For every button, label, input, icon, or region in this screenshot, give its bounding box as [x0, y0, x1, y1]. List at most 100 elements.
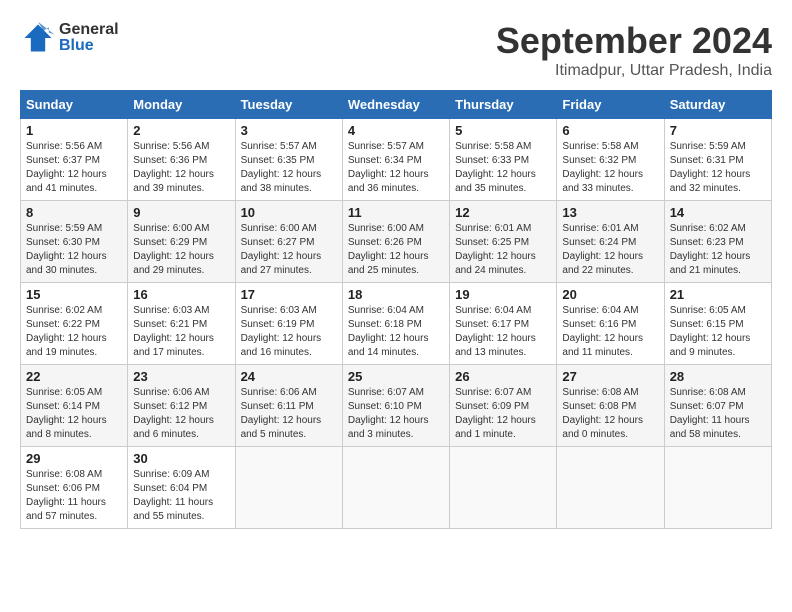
calendar-cell: 22 Sunrise: 6:05 AMSunset: 6:14 PMDayligh…: [21, 365, 128, 447]
calendar-cell: [557, 447, 664, 529]
day-info: Sunrise: 6:01 AMSunset: 6:24 PMDaylight:…: [562, 222, 658, 278]
day-number: 30: [133, 451, 229, 466]
logo-icon: [20, 20, 56, 56]
day-number: 5: [455, 123, 551, 138]
calendar-cell: 9Sunrise: 6:00 AMSunset: 6:29 PMDaylight…: [128, 201, 235, 283]
day-info: Sunrise: 6:08 AMSunset: 6:06 PMDaylight:…: [26, 468, 122, 524]
calendar-header-row: SundayMondayTuesdayWednesdayThursdayFrid…: [21, 91, 772, 119]
day-info: Sunrise: 5:58 AMSunset: 6:32 PMDaylight:…: [562, 140, 658, 196]
page-header: General Blue September 2024 Itimadpur, U…: [20, 20, 772, 80]
day-info: Sunrise: 6:09 AMSunset: 6:04 PMDaylight:…: [133, 468, 229, 524]
day-number: 26: [455, 369, 551, 384]
calendar-cell: 14Sunrise: 6:02 AMSunset: 6:23 PMDayligh…: [664, 201, 771, 283]
day-number: 1: [26, 123, 122, 138]
calendar-cell: 13 Sunrise: 6:01 AMSunset: 6:24 PMDayligh…: [557, 201, 664, 283]
day-number: 13: [562, 205, 658, 220]
day-info: Sunrise: 6:07 AMSunset: 6:10 PMDaylight:…: [348, 386, 444, 442]
calendar-table: SundayMondayTuesdayWednesdayThursdayFrid…: [20, 90, 772, 529]
day-number: 25: [348, 369, 444, 384]
calendar-cell: 7Sunrise: 5:59 AMSunset: 6:31 PMDaylight…: [664, 119, 771, 201]
calendar-cell: 2 Sunrise: 5:56 AMSunset: 6:36 PMDaylight…: [128, 119, 235, 201]
month-title: September 2024: [496, 20, 772, 62]
calendar-cell: 21 Sunrise: 6:05 AMSunset: 6:15 PMDayligh…: [664, 283, 771, 365]
day-info: Sunrise: 6:00 AMSunset: 6:27 PMDaylight:…: [241, 222, 337, 278]
day-info: Sunrise: 5:56 AMSunset: 6:37 PMDaylight:…: [26, 140, 122, 196]
day-number: 28: [670, 369, 766, 384]
day-number: 17: [241, 287, 337, 302]
day-info: Sunrise: 6:00 AMSunset: 6:26 PMDaylight:…: [348, 222, 444, 278]
calendar-cell: 29 Sunrise: 6:08 AMSunset: 6:06 PMDayligh…: [21, 447, 128, 529]
calendar-week-row: 15Sunrise: 6:02 AMSunset: 6:22 PMDayligh…: [21, 283, 772, 365]
calendar-body: 1 Sunrise: 5:56 AMSunset: 6:37 PMDaylight…: [21, 119, 772, 529]
calendar-cell: 12 Sunrise: 6:01 AMSunset: 6:25 PMDayligh…: [450, 201, 557, 283]
day-info: Sunrise: 6:04 AMSunset: 6:16 PMDaylight:…: [562, 304, 658, 360]
calendar-cell: 26Sunrise: 6:07 AMSunset: 6:09 PMDayligh…: [450, 365, 557, 447]
day-number: 16: [133, 287, 229, 302]
day-number: 21: [670, 287, 766, 302]
day-number: 7: [670, 123, 766, 138]
calendar-cell: 20 Sunrise: 6:04 AMSunset: 6:16 PMDayligh…: [557, 283, 664, 365]
calendar-cell: 1 Sunrise: 5:56 AMSunset: 6:37 PMDaylight…: [21, 119, 128, 201]
calendar-cell: 24 Sunrise: 6:06 AMSunset: 6:11 PMDayligh…: [235, 365, 342, 447]
logo: General Blue: [20, 20, 119, 56]
day-number: 22: [26, 369, 122, 384]
day-info: Sunrise: 5:56 AMSunset: 6:36 PMDaylight:…: [133, 140, 229, 196]
calendar-cell: [450, 447, 557, 529]
column-header-tuesday: Tuesday: [235, 91, 342, 119]
day-info: Sunrise: 6:08 AMSunset: 6:08 PMDaylight:…: [562, 386, 658, 442]
location-subtitle: Itimadpur, Uttar Pradesh, India: [496, 62, 772, 80]
column-header-wednesday: Wednesday: [342, 91, 449, 119]
calendar-cell: 5 Sunrise: 5:58 AMSunset: 6:33 PMDaylight…: [450, 119, 557, 201]
day-info: Sunrise: 5:57 AMSunset: 6:34 PMDaylight:…: [348, 140, 444, 196]
day-info: Sunrise: 6:02 AMSunset: 6:23 PMDaylight:…: [670, 222, 766, 278]
day-info: Sunrise: 6:06 AMSunset: 6:11 PMDaylight:…: [241, 386, 337, 442]
day-info: Sunrise: 5:59 AMSunset: 6:30 PMDaylight:…: [26, 222, 122, 278]
day-info: Sunrise: 6:01 AMSunset: 6:25 PMDaylight:…: [455, 222, 551, 278]
day-info: Sunrise: 6:05 AMSunset: 6:14 PMDaylight:…: [26, 386, 122, 442]
calendar-cell: 17 Sunrise: 6:03 AMSunset: 6:19 PMDayligh…: [235, 283, 342, 365]
day-info: Sunrise: 6:04 AMSunset: 6:17 PMDaylight:…: [455, 304, 551, 360]
day-number: 11: [348, 205, 444, 220]
calendar-cell: 8Sunrise: 5:59 AMSunset: 6:30 PMDaylight…: [21, 201, 128, 283]
calendar-cell: 10 Sunrise: 6:00 AMSunset: 6:27 PMDayligh…: [235, 201, 342, 283]
logo-general: General: [59, 22, 119, 38]
calendar-cell: 16 Sunrise: 6:03 AMSunset: 6:21 PMDayligh…: [128, 283, 235, 365]
calendar-cell: [664, 447, 771, 529]
calendar-cell: 15Sunrise: 6:02 AMSunset: 6:22 PMDayligh…: [21, 283, 128, 365]
calendar-cell: 23Sunrise: 6:06 AMSunset: 6:12 PMDayligh…: [128, 365, 235, 447]
day-number: 19: [455, 287, 551, 302]
day-number: 2: [133, 123, 229, 138]
day-info: Sunrise: 6:08 AMSunset: 6:07 PMDaylight:…: [670, 386, 766, 442]
calendar-cell: 11 Sunrise: 6:00 AMSunset: 6:26 PMDayligh…: [342, 201, 449, 283]
day-number: 10: [241, 205, 337, 220]
day-number: 18: [348, 287, 444, 302]
column-header-thursday: Thursday: [450, 91, 557, 119]
day-number: 20: [562, 287, 658, 302]
logo-blue: Blue: [59, 38, 119, 54]
day-info: Sunrise: 5:58 AMSunset: 6:33 PMDaylight:…: [455, 140, 551, 196]
calendar-cell: 30 Sunrise: 6:09 AMSunset: 6:04 PMDayligh…: [128, 447, 235, 529]
day-number: 9: [133, 205, 229, 220]
day-number: 12: [455, 205, 551, 220]
calendar-week-row: 29 Sunrise: 6:08 AMSunset: 6:06 PMDayligh…: [21, 447, 772, 529]
calendar-week-row: 22 Sunrise: 6:05 AMSunset: 6:14 PMDayligh…: [21, 365, 772, 447]
day-number: 4: [348, 123, 444, 138]
calendar-cell: 3 Sunrise: 5:57 AMSunset: 6:35 PMDaylight…: [235, 119, 342, 201]
title-block: September 2024 Itimadpur, Uttar Pradesh,…: [496, 20, 772, 80]
calendar-week-row: 1 Sunrise: 5:56 AMSunset: 6:37 PMDaylight…: [21, 119, 772, 201]
day-info: Sunrise: 5:57 AMSunset: 6:35 PMDaylight:…: [241, 140, 337, 196]
calendar-cell: 19 Sunrise: 6:04 AMSunset: 6:17 PMDayligh…: [450, 283, 557, 365]
column-header-saturday: Saturday: [664, 91, 771, 119]
day-number: 24: [241, 369, 337, 384]
day-info: Sunrise: 6:06 AMSunset: 6:12 PMDaylight:…: [133, 386, 229, 442]
day-number: 29: [26, 451, 122, 466]
calendar-cell: [235, 447, 342, 529]
day-info: Sunrise: 6:03 AMSunset: 6:21 PMDaylight:…: [133, 304, 229, 360]
day-info: Sunrise: 6:03 AMSunset: 6:19 PMDaylight:…: [241, 304, 337, 360]
day-info: Sunrise: 6:05 AMSunset: 6:15 PMDaylight:…: [670, 304, 766, 360]
day-info: Sunrise: 6:04 AMSunset: 6:18 PMDaylight:…: [348, 304, 444, 360]
calendar-cell: 25 Sunrise: 6:07 AMSunset: 6:10 PMDayligh…: [342, 365, 449, 447]
day-number: 3: [241, 123, 337, 138]
calendar-cell: 28 Sunrise: 6:08 AMSunset: 6:07 PMDayligh…: [664, 365, 771, 447]
day-number: 6: [562, 123, 658, 138]
